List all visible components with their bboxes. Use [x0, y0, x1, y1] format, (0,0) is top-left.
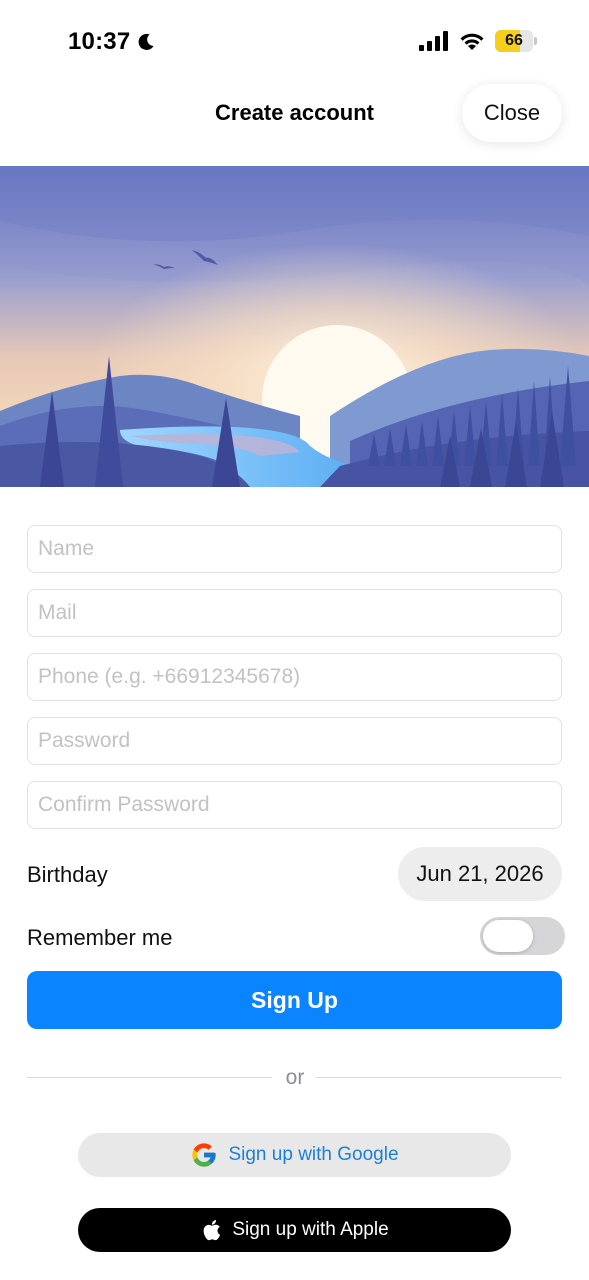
remember-me-toggle[interactable] [480, 917, 565, 955]
hero-landscape-illustration [0, 166, 589, 487]
wifi-icon [460, 33, 484, 50]
toggle-knob [483, 920, 533, 952]
name-field[interactable] [27, 525, 562, 573]
apple-sign-up-button[interactable]: Sign up with Apple [78, 1208, 511, 1252]
or-separator: or [285, 1066, 305, 1089]
battery-indicator: 66 [495, 30, 537, 52]
divider-right [316, 1077, 562, 1078]
google-logo-icon [192, 1143, 217, 1167]
sign-up-button[interactable]: Sign Up [27, 971, 562, 1029]
remember-me-label: Remember me [27, 925, 173, 950]
google-button-label: Sign up with Google [228, 1144, 399, 1165]
apple-logo-icon [203, 1219, 221, 1241]
mail-field[interactable] [27, 589, 562, 637]
cellular-signal-icon [419, 31, 448, 51]
divider-left [27, 1077, 272, 1078]
battery-percent: 66 [505, 32, 523, 49]
confirm-password-field[interactable] [27, 781, 562, 829]
moon-icon [138, 33, 154, 50]
close-button[interactable]: Close [462, 84, 562, 142]
apple-button-label: Sign up with Apple [232, 1219, 389, 1240]
status-bar: 10:37 66 [0, 0, 589, 80]
status-time: 10:37 [68, 28, 156, 56]
birthday-date-picker[interactable]: Jun 21, 2026 [398, 847, 562, 901]
status-icons: 66 [419, 30, 537, 52]
birthday-label: Birthday [27, 862, 108, 887]
google-sign-up-button[interactable]: Sign up with Google [78, 1133, 511, 1177]
phone-field[interactable] [27, 653, 562, 701]
password-field[interactable] [27, 717, 562, 765]
time-text: 10:37 [68, 28, 131, 55]
